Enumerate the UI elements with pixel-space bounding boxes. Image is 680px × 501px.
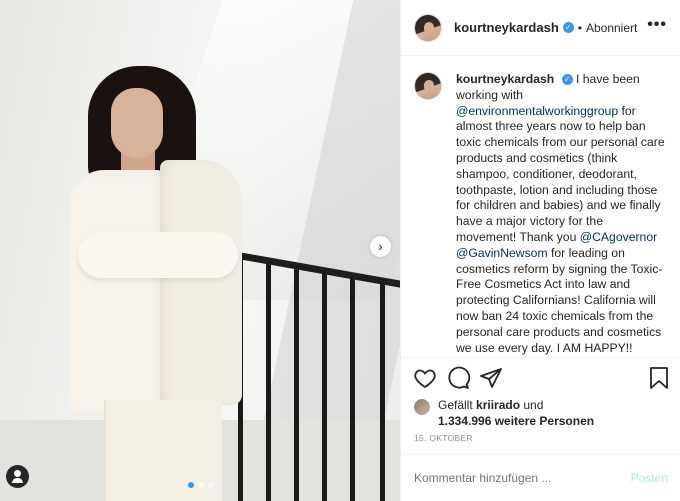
liker-username-link[interactable]: kriirado bbox=[476, 398, 520, 412]
caption-row: kourtneykardash ✓ I have been working wi… bbox=[414, 72, 665, 356]
heart-icon[interactable] bbox=[413, 366, 437, 390]
railing-post bbox=[350, 276, 355, 501]
comment-bar: Posten bbox=[401, 454, 680, 501]
person-jacket-left bbox=[70, 170, 165, 415]
railing-post bbox=[380, 281, 385, 501]
railing-post bbox=[322, 271, 327, 501]
likes-suffix: und bbox=[520, 398, 544, 412]
railing-post bbox=[266, 262, 271, 501]
caption-text: kourtneykardash ✓ I have been working wi… bbox=[456, 72, 665, 356]
comment-icon[interactable] bbox=[446, 366, 470, 390]
liker-avatar[interactable] bbox=[414, 399, 430, 415]
separator-dot: • bbox=[577, 20, 582, 35]
caption-username-link[interactable]: kourtneykardash bbox=[456, 72, 554, 86]
chevron-right-icon: › bbox=[378, 238, 383, 254]
carousel-dot bbox=[198, 482, 204, 488]
likes-count-link[interactable]: 1.334.996 weitere Personen bbox=[414, 414, 674, 429]
share-icon[interactable] bbox=[479, 366, 503, 390]
username-link[interactable]: kourtneykardash bbox=[454, 20, 559, 35]
mention-link[interactable]: @CAgovernor bbox=[580, 230, 657, 244]
person-face bbox=[111, 88, 163, 158]
verified-badge-icon: ✓ bbox=[561, 74, 573, 85]
action-bar bbox=[401, 358, 680, 398]
post-date[interactable]: 15. OKTOBER bbox=[414, 433, 473, 443]
avatar[interactable] bbox=[414, 72, 442, 100]
user-icon bbox=[14, 470, 21, 477]
post-side-panel: kourtneykardash ✓ • Abonniert ••• kourtn… bbox=[400, 0, 680, 501]
carousel-dot bbox=[208, 482, 214, 488]
post-photo[interactable]: › bbox=[0, 0, 400, 501]
comment-input[interactable] bbox=[414, 471, 631, 485]
carousel-dot bbox=[188, 482, 194, 488]
person-jacket-right bbox=[160, 160, 242, 405]
caption-area: kourtneykardash ✓ I have been working wi… bbox=[401, 56, 680, 358]
caption-body: for leading on cosmetics reform by signi… bbox=[456, 245, 663, 355]
tagged-users-button[interactable] bbox=[6, 465, 29, 488]
post-header: kourtneykardash ✓ • Abonniert ••• bbox=[401, 0, 680, 56]
person-crossed-arms bbox=[78, 232, 238, 278]
carousel-next-button[interactable]: › bbox=[370, 236, 391, 257]
likes-prefix: Gefällt bbox=[438, 398, 477, 412]
mention-link[interactable]: @GavinNewsom bbox=[456, 246, 548, 260]
more-options-icon[interactable]: ••• bbox=[647, 16, 667, 34]
likes-summary: Gefällt kriirado und 1.334.996 weitere P… bbox=[414, 398, 674, 429]
verified-badge-icon: ✓ bbox=[562, 22, 574, 33]
avatar[interactable] bbox=[414, 13, 442, 42]
bookmark-icon[interactable] bbox=[647, 366, 671, 390]
caption-body: for almost three years now to help ban t… bbox=[456, 103, 665, 244]
mention-link[interactable]: @environmentalworkinggroup bbox=[456, 104, 618, 118]
post-comment-button[interactable]: Posten bbox=[631, 471, 668, 485]
railing-post bbox=[294, 266, 299, 501]
follow-status-button[interactable]: Abonniert bbox=[586, 21, 637, 35]
carousel-indicator bbox=[188, 482, 214, 488]
